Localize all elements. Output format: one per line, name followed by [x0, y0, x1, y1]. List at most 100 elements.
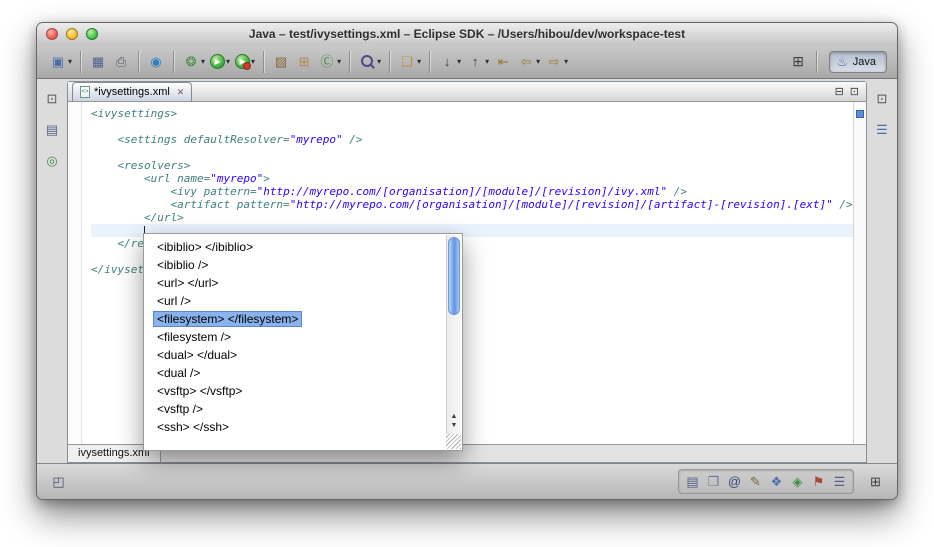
dropdown-arrow-icon[interactable]: ▾: [226, 57, 230, 66]
completion-item[interactable]: <vsftp> </vsftp>: [145, 382, 445, 400]
editor-tab-row: <> *ivysettings.xml ✕ ⊟ ⊡: [68, 82, 866, 102]
completion-item[interactable]: <dual> </dual>: [145, 346, 445, 364]
editor-tab[interactable]: <> *ivysettings.xml ✕: [72, 82, 192, 101]
line-ruler[interactable]: [68, 102, 82, 444]
dropdown-arrow-icon[interactable]: ▾: [417, 57, 421, 66]
tasks-view-icon[interactable]: ❒: [704, 472, 723, 491]
content-assist-list[interactable]: <ibiblio> </ibiblio> <ibiblio /> <url> </u…: [145, 235, 445, 449]
completion-item-label: <filesystem> </filesystem>: [154, 312, 301, 326]
dropdown-arrow-icon[interactable]: ▾: [564, 57, 568, 66]
open-element-button[interactable]: ❏▾: [396, 50, 423, 74]
package-explorer-icon[interactable]: ▤: [43, 121, 61, 139]
dropdown-arrow-icon[interactable]: ▾: [337, 57, 341, 66]
scrollbar-track[interactable]: ▲ ▼: [446, 235, 461, 449]
code-line: <artifact pattern="http://myrepo.com/[or…: [91, 198, 853, 211]
minimize-editor-icon[interactable]: ⊟: [835, 85, 844, 98]
new-wizard-icon: ▣: [49, 53, 67, 71]
run-icon: ▶: [210, 54, 225, 69]
perspective-bar: ⊞ ♨ Java: [792, 51, 887, 73]
minimize-button[interactable]: [66, 28, 78, 40]
new-class-button[interactable]: Ⓒ▾: [316, 50, 343, 74]
completion-item[interactable]: <ssh> </ssh>: [145, 418, 445, 436]
new-wizard-button[interactable]: ▣▾: [47, 50, 74, 74]
toolbar-items: ▣▾▦⎙◉❂▾▶▾▶▾▨⊞Ⓒ▾▾❏▾↓▾↑▾⇤⇦▾⇨▾: [47, 50, 792, 74]
completion-item[interactable]: <url />: [145, 292, 445, 310]
back-button[interactable]: ⇦▾: [515, 50, 542, 74]
search-button[interactable]: ▾: [356, 50, 383, 74]
java-perspective-button[interactable]: ♨ Java: [829, 51, 887, 73]
last-edit-location-button[interactable]: ⇤: [492, 50, 514, 74]
bookmarks-view-icon[interactable]: ☰: [830, 472, 849, 491]
forward-button[interactable]: ⇨▾: [543, 50, 570, 74]
search-view-icon[interactable]: ❖: [767, 472, 786, 491]
dropdown-arrow-icon[interactable]: ▾: [68, 57, 72, 66]
completion-item-label: <ibiblio />: [154, 258, 211, 272]
tab-close-icon[interactable]: ✕: [177, 87, 185, 98]
toolbar-separator: [349, 51, 350, 73]
resize-grip-icon[interactable]: [446, 434, 461, 449]
previous-annotation-button[interactable]: ↑▾: [464, 50, 491, 74]
open-perspective-icon[interactable]: ⊞: [792, 53, 804, 70]
scroll-down-icon[interactable]: ▼: [451, 422, 458, 429]
external-tools-button[interactable]: ▶▾: [233, 50, 257, 74]
problems-view-icon[interactable]: ⚑: [809, 472, 828, 491]
declaration-view-icon[interactable]: ✎: [746, 472, 765, 491]
code-line: [91, 120, 853, 133]
console-view-icon[interactable]: ▤: [683, 472, 702, 491]
completion-item[interactable]: <filesystem />: [145, 328, 445, 346]
toolbar-separator: [80, 51, 81, 73]
completion-item[interactable]: <dual />: [145, 364, 445, 382]
new-package-button[interactable]: ⊞: [293, 50, 315, 74]
code-line: <url name="myrepo">: [91, 172, 853, 185]
new-package-icon: ⊞: [295, 53, 313, 71]
completion-item-label: <url> </url>: [154, 276, 221, 290]
dropdown-arrow-icon[interactable]: ▾: [251, 57, 255, 66]
overview-ruler[interactable]: [853, 102, 866, 444]
completion-item[interactable]: <vsftp />: [145, 400, 445, 418]
close-button[interactable]: [46, 28, 58, 40]
code-line: <ivysettings>: [91, 107, 853, 120]
completion-item[interactable]: <url> </url>: [145, 274, 445, 292]
progress-view-icon[interactable]: ◈: [788, 472, 807, 491]
zoom-button[interactable]: [86, 28, 98, 40]
run-button[interactable]: ▶▾: [208, 50, 232, 74]
completion-item[interactable]: <ibiblio />: [145, 256, 445, 274]
completion-item[interactable]: <ibiblio> </ibiblio>: [145, 238, 445, 256]
dropdown-arrow-icon[interactable]: ▾: [201, 57, 205, 66]
titlebar[interactable]: Java – test/ivysettings.xml – Eclipse SD…: [37, 23, 897, 45]
next-annotation-button[interactable]: ↓▾: [436, 50, 463, 74]
debug-icon: ❂: [182, 53, 200, 71]
debug-button[interactable]: ❂▾: [180, 50, 207, 74]
dropdown-arrow-icon[interactable]: ▾: [457, 57, 461, 66]
web-browser-button[interactable]: ◉: [145, 50, 167, 74]
toolbar-separator: [429, 51, 430, 73]
completion-item[interactable]: <filesystem> </filesystem>: [145, 310, 445, 328]
scroll-up-icon[interactable]: ▲: [451, 413, 458, 420]
toolbar-separator: [389, 51, 390, 73]
scrollbar-thumb[interactable]: [448, 237, 460, 315]
annotation-marker: [856, 110, 864, 118]
dropdown-arrow-icon[interactable]: ▾: [485, 57, 489, 66]
print-button[interactable]: ⎙: [110, 50, 132, 74]
completion-item-label: <vsftp />: [154, 402, 206, 416]
right-trim: ⊡☰: [867, 81, 897, 463]
outline-view-icon[interactable]: ☰: [873, 121, 891, 139]
xml-file-icon: <>: [80, 86, 90, 98]
completion-item-label: <ssh> </ssh>: [154, 420, 232, 434]
dropdown-arrow-icon[interactable]: ▾: [377, 57, 381, 66]
new-java-project-button[interactable]: ▨: [270, 50, 292, 74]
javadoc-view-icon[interactable]: @: [725, 472, 744, 491]
open-element-icon: ❏: [398, 53, 416, 71]
save-button[interactable]: ▦: [87, 50, 109, 74]
toolbar-separator: [173, 51, 174, 73]
synchronize-icon[interactable]: ◎: [43, 152, 61, 170]
fast-view-icon[interactable]: ◰: [49, 472, 68, 491]
maximize-editor-icon[interactable]: ⊡: [850, 85, 859, 98]
completion-item-label: <dual />: [154, 366, 203, 380]
dropdown-arrow-icon[interactable]: ▾: [536, 57, 540, 66]
restore-pane-icon[interactable]: ⊡: [43, 90, 61, 108]
search-icon: [358, 53, 376, 71]
restore-views-icon[interactable]: ⊞: [866, 472, 885, 491]
code-line: </url>: [91, 211, 853, 224]
restore-pane-icon[interactable]: ⊡: [873, 90, 891, 108]
